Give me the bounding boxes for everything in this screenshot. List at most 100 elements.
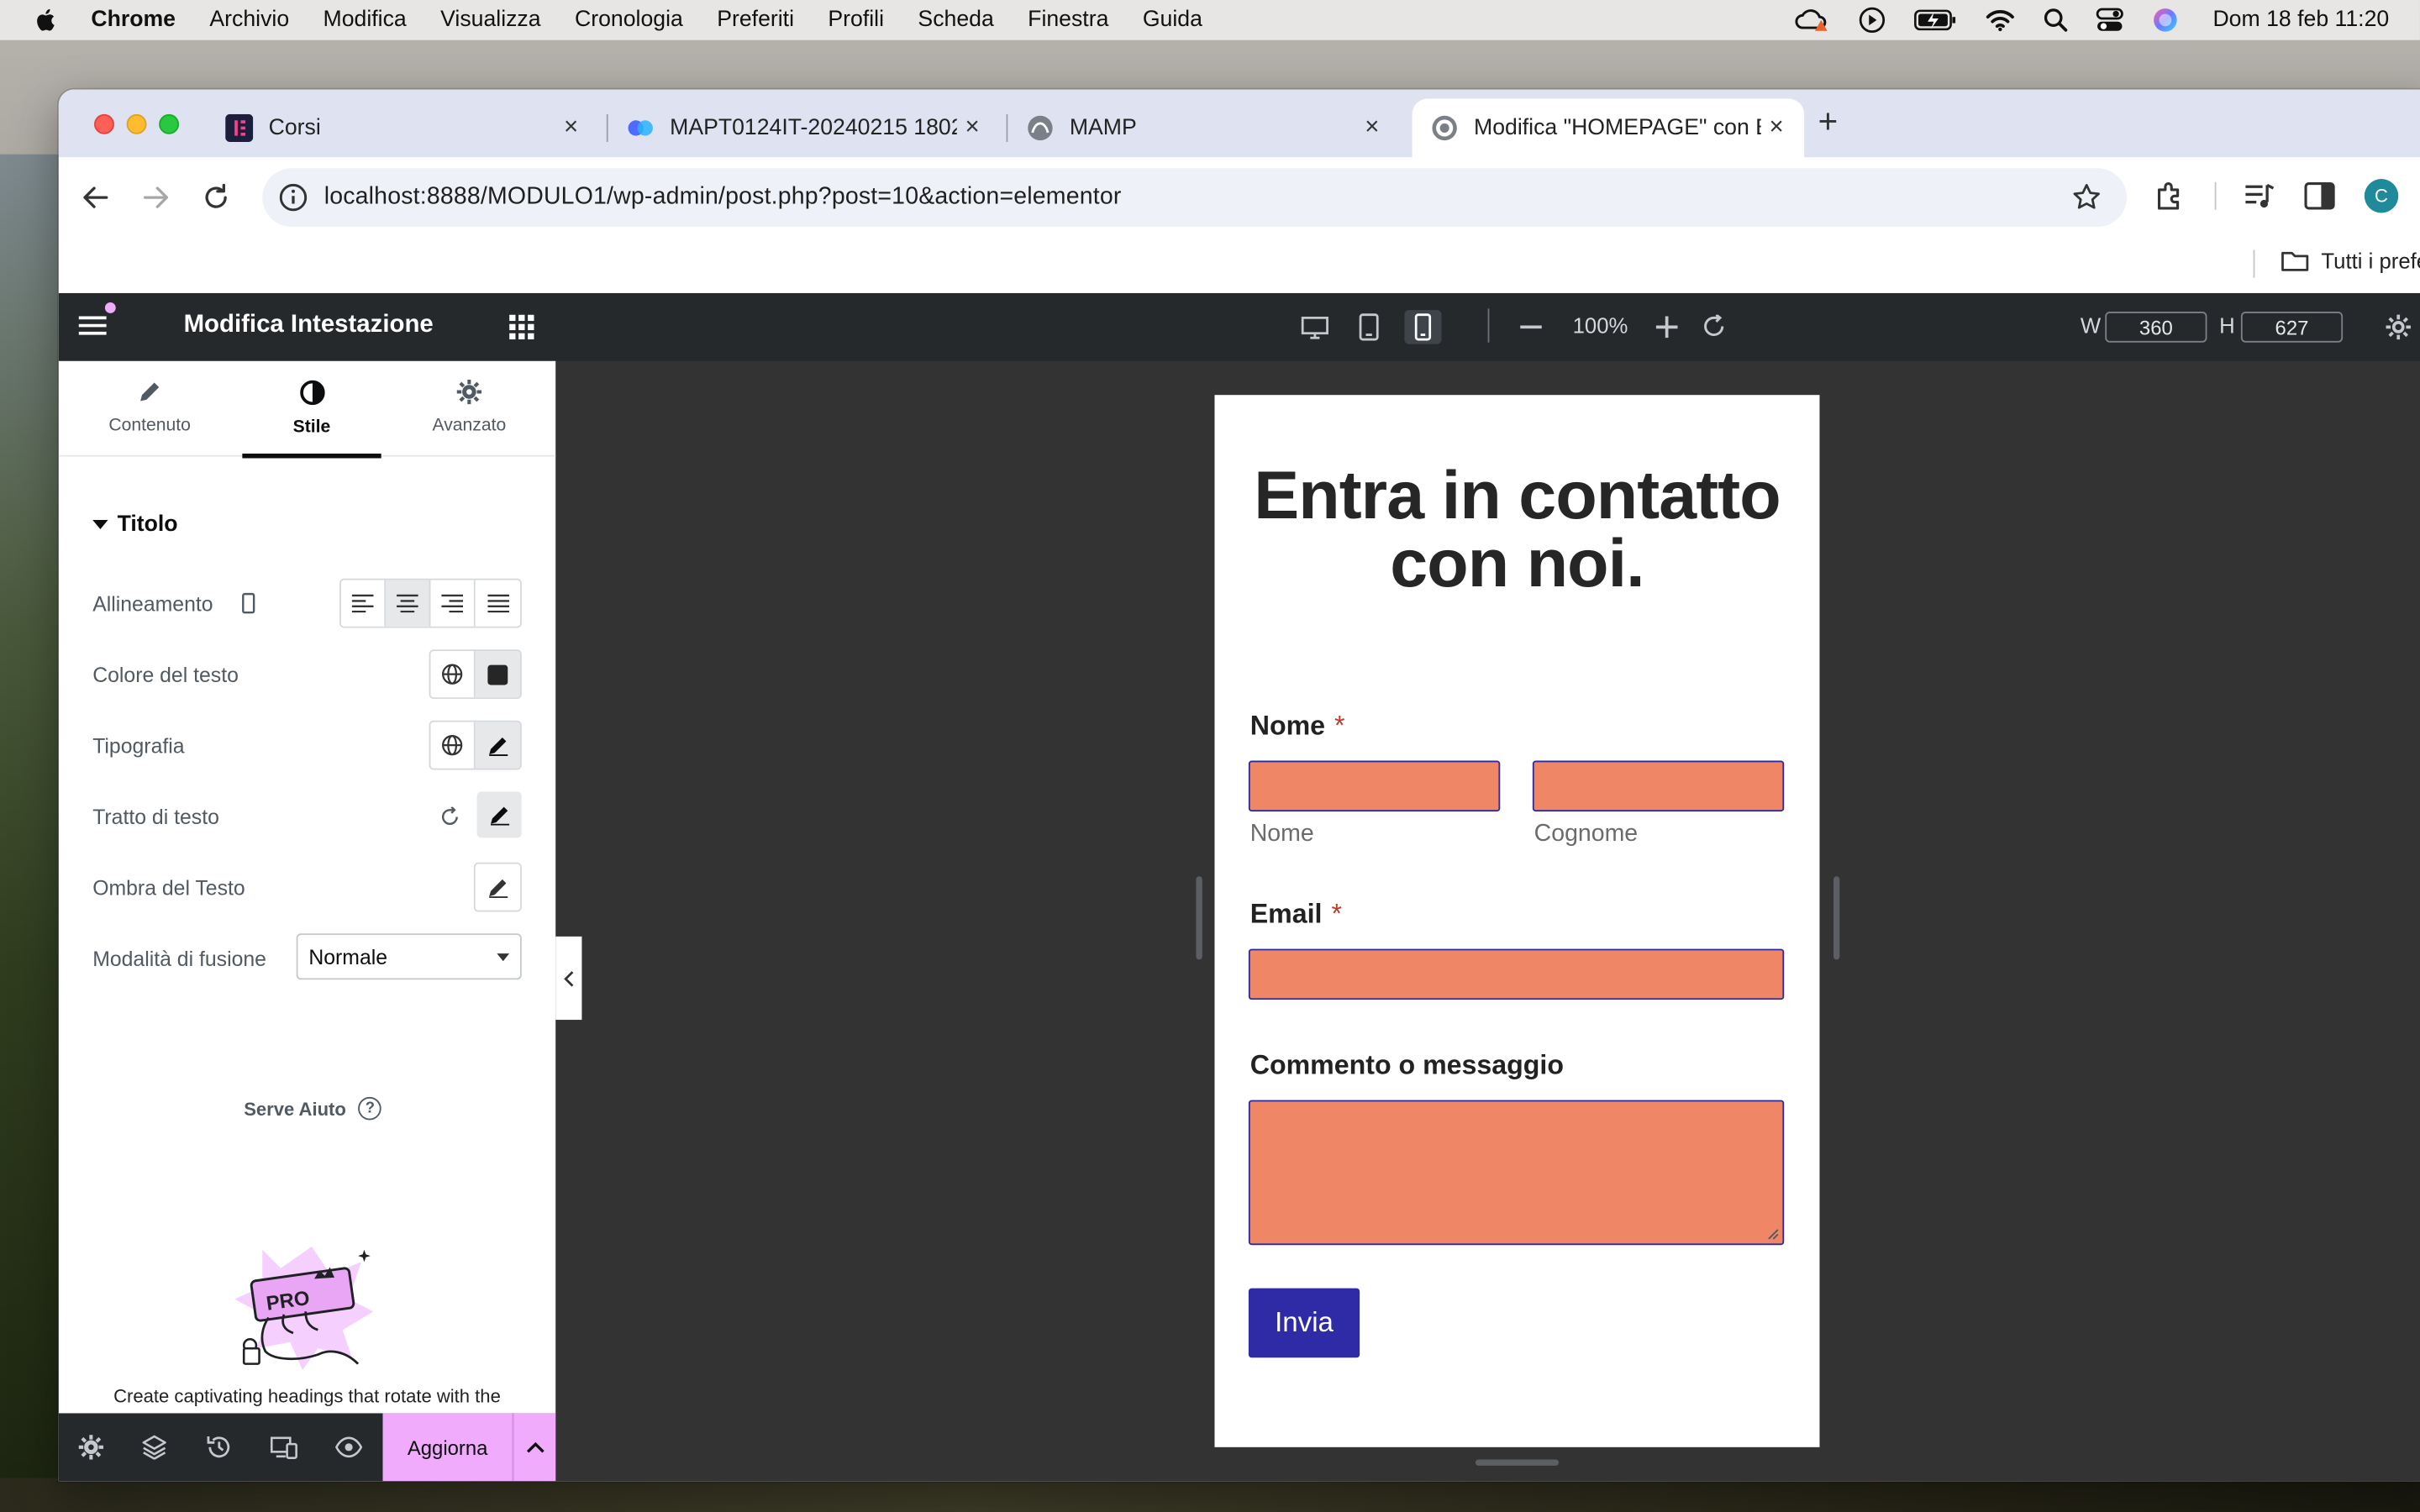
new-tab-button[interactable]: + <box>1818 102 1839 142</box>
blend-mode-select[interactable]: Normale <box>296 933 522 980</box>
wordpress-icon <box>1431 114 1459 142</box>
close-icon[interactable]: × <box>957 114 988 142</box>
menu-finestra[interactable]: Finestra <box>1028 8 1108 32</box>
resize-handle-bottom[interactable] <box>1475 1459 1560 1466</box>
battery-icon[interactable] <box>1913 9 1956 31</box>
settings-gear-icon[interactable] <box>2385 313 2412 341</box>
menu-guida[interactable]: Guida <box>1143 8 1202 32</box>
address-bar[interactable]: localhost:8888/MODULO1/wp-admin/post.php… <box>262 168 2127 227</box>
align-justify-icon[interactable] <box>475 580 520 627</box>
window-zoom-button[interactable] <box>159 113 180 134</box>
textarea-resize-icon <box>1768 1229 1779 1240</box>
back-icon[interactable] <box>79 181 113 214</box>
edit-typography-pencil-icon[interactable] <box>475 722 520 769</box>
message-textarea[interactable] <box>1248 1100 1785 1246</box>
responsive-mobile-icon[interactable] <box>241 592 256 614</box>
media-queue-icon[interactable] <box>2243 179 2276 213</box>
menu-archivio[interactable]: Archivio <box>209 8 289 32</box>
name-label-text: Nome <box>1249 709 1326 741</box>
edit-shadow-pencil-icon[interactable] <box>475 864 520 911</box>
close-icon[interactable]: × <box>555 114 587 142</box>
tab-meeting[interactable]: MAPT0124IT-20240215 1802 × <box>608 99 1001 158</box>
reload-icon[interactable] <box>199 181 233 214</box>
reset-icon[interactable] <box>439 806 460 827</box>
tab-stile[interactable]: Stile <box>242 361 381 459</box>
extensions-icon[interactable] <box>2153 179 2186 213</box>
align-center-icon[interactable] <box>386 580 431 627</box>
height-input[interactable]: 627 <box>2240 312 2344 343</box>
help-link[interactable]: Serve Aiuto ? <box>244 1096 382 1121</box>
folder-icon <box>2281 251 2309 271</box>
menu-modifica[interactable]: Modifica <box>324 8 407 32</box>
tab-homepage-active[interactable]: Modifica "HOMEPAGE" con E × <box>1412 98 1805 158</box>
spotlight-search-icon[interactable] <box>2043 8 2067 32</box>
first-name-input[interactable] <box>1248 760 1501 812</box>
submit-button[interactable]: Invia <box>1248 1288 1360 1358</box>
mobile-view-icon[interactable] <box>1404 310 1442 344</box>
menu-scheda[interactable]: Scheda <box>918 8 993 32</box>
panel-tabs: Contenuto Stile Avanzato <box>58 361 556 459</box>
shadow-button-group <box>473 862 522 912</box>
control-center-icon[interactable] <box>2096 8 2123 32</box>
zoom-in-icon[interactable] <box>1655 316 1678 339</box>
wifi-icon[interactable] <box>1985 8 2016 32</box>
desktop-view-icon[interactable] <box>1297 310 1334 344</box>
forward-icon[interactable] <box>139 181 172 214</box>
preview-eye-icon[interactable] <box>334 1431 365 1462</box>
profile-avatar[interactable]: C <box>2364 179 2399 213</box>
responsive-mode-icon[interactable] <box>269 1431 300 1462</box>
tab-corsi[interactable]: Corsi × <box>207 99 599 158</box>
window-close-button[interactable] <box>94 113 114 134</box>
close-icon[interactable]: × <box>1761 114 1792 142</box>
menu-preferiti[interactable]: Preferiti <box>717 8 794 32</box>
side-panel-icon[interactable] <box>2302 179 2336 213</box>
close-icon[interactable]: × <box>1356 114 1387 142</box>
width-input[interactable]: 360 <box>2105 312 2207 343</box>
layers-icon[interactable] <box>139 1431 170 1462</box>
control-label: Tipografia <box>92 733 185 757</box>
widgets-grid-icon[interactable] <box>509 314 534 340</box>
tab-mamp[interactable]: MAMP × <box>1007 99 1400 158</box>
bookmarks-bar: Tutti i prefe <box>58 234 2420 293</box>
play-icon[interactable] <box>1858 6 1886 34</box>
reset-zoom-icon[interactable] <box>1702 314 1726 339</box>
site-info-icon[interactable] <box>278 182 309 213</box>
last-name-input[interactable] <box>1532 760 1785 812</box>
apple-icon[interactable] <box>33 6 60 34</box>
last-name-sublabel: Cognome <box>1534 821 1639 848</box>
align-right-icon[interactable] <box>430 580 476 627</box>
control-label: Ombra del Testo <box>92 875 245 899</box>
color-swatch[interactable] <box>475 651 520 698</box>
edit-stroke-pencil-icon[interactable] <box>476 791 522 838</box>
window-minimize-button[interactable] <box>126 113 147 134</box>
update-button[interactable]: Aggiorna <box>382 1413 513 1482</box>
tablet-view-icon[interactable] <box>1350 310 1387 344</box>
hamburger-menu-icon[interactable] <box>78 313 107 338</box>
align-left-icon[interactable] <box>340 580 387 627</box>
control-blend-mode: Modalità di fusione Normale <box>92 933 522 983</box>
siri-icon[interactable] <box>2151 6 2179 34</box>
contact-heading[interactable]: Entra in contatto con noi. <box>1214 462 1819 599</box>
bookmark-star-icon[interactable] <box>2071 182 2102 213</box>
tab-avanzato[interactable]: Avanzato <box>400 361 539 457</box>
menu-chrome[interactable]: Chrome <box>91 8 176 32</box>
control-typography: Tipografia <box>92 720 522 770</box>
section-toggle-titolo[interactable]: Titolo <box>92 512 178 537</box>
resize-handle-left[interactable] <box>1196 876 1202 960</box>
collapse-panel-button[interactable] <box>555 936 582 1021</box>
all-bookmarks-folder[interactable]: Tutti i prefe <box>2281 249 2420 273</box>
history-icon[interactable] <box>203 1431 234 1462</box>
menu-cronologia[interactable]: Cronologia <box>575 8 683 32</box>
publish-options-button[interactable] <box>512 1413 556 1482</box>
creative-cloud-icon[interactable] <box>1793 6 1830 34</box>
global-fonts-icon[interactable] <box>430 722 476 769</box>
zoom-out-icon[interactable] <box>1520 325 1542 329</box>
settings-icon[interactable] <box>76 1431 107 1462</box>
email-input[interactable] <box>1248 948 1785 1000</box>
tab-contenuto[interactable]: Contenuto <box>81 361 219 457</box>
menu-visualizza[interactable]: Visualizza <box>440 8 540 32</box>
global-colors-icon[interactable] <box>430 651 476 698</box>
menu-profili[interactable]: Profili <box>828 8 884 32</box>
menubar-clock[interactable]: Dom 18 feb 11:20 <box>2212 8 2389 32</box>
resize-handle-right[interactable] <box>1833 876 1840 960</box>
